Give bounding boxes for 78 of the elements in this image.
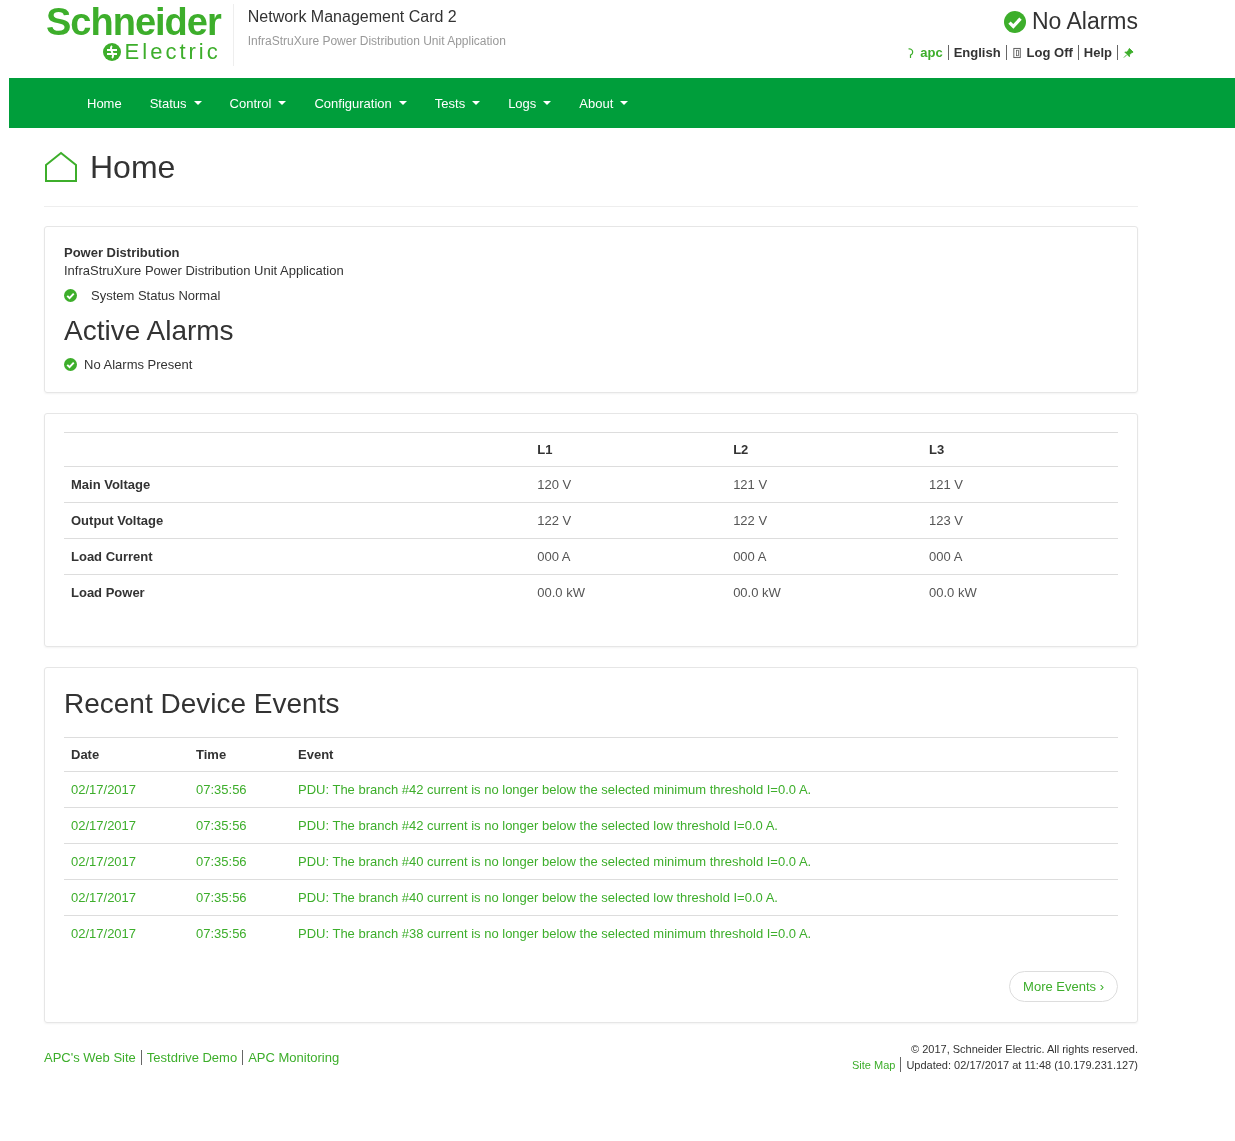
header-link[interactable]: Help <box>1083 45 1112 60</box>
table-cell: 000 A <box>537 549 571 564</box>
more-events-button[interactable]: More Events › <box>1009 971 1118 1002</box>
column-header: Date <box>71 747 100 762</box>
app-subtitle: InfraStruXure Power Distribution Unit Application <box>247 34 506 48</box>
table-cell: PDU: The branch #42 current is no longer below the selected low threshold I=0.0 A. <box>298 818 778 833</box>
nav-item[interactable]: Configuration <box>300 95 421 111</box>
table-cell: 07:35:56 <box>196 890 247 905</box>
alarm-status: No Alarms <box>1031 8 1138 35</box>
table-cell: PDU: The branch #42 current is no longer below the selected minimum threshold I=0.0 A. <box>298 782 812 797</box>
table-cell: 00.0 kW <box>929 585 977 600</box>
table-cell: 07:35:56 <box>196 926 247 941</box>
header-link[interactable]: English <box>953 45 1001 60</box>
page-title: Home <box>90 148 176 186</box>
nav-item[interactable]: About <box>565 95 643 111</box>
site-map-link[interactable]: Site Map <box>851 1058 896 1071</box>
nav-item[interactable]: Tests <box>420 95 495 111</box>
nav-item[interactable]: Status <box>135 95 216 111</box>
footer-link[interactable]: Testdrive Demo <box>146 1050 238 1065</box>
updated-text: Updated: 02/17/2017 at 11:48 (10.179.231.127) <box>906 1058 1138 1071</box>
table-cell: 121 V <box>733 477 768 492</box>
nav-item[interactable]: Logs <box>494 95 566 111</box>
caret-icon <box>472 101 481 105</box>
table-cell: 120 V <box>537 477 572 492</box>
column-header: Time <box>196 747 227 762</box>
table-cell: 02/17/2017 <box>71 782 137 797</box>
table-cell: 000 A <box>929 549 963 564</box>
nav-item[interactable]: Control <box>215 95 301 111</box>
nav-item[interactable]: Home <box>73 95 136 111</box>
table-cell: 122 V <box>733 513 768 528</box>
table-cell: PDU: The branch #40 current is no longer below the selected low threshold I=0.0 A. <box>298 890 778 905</box>
footer-link[interactable]: APC Monitoring <box>248 1050 340 1065</box>
home-icon <box>44 151 78 183</box>
company-logo: Schneider Electric <box>46 4 234 66</box>
row-label: Load Current <box>71 549 153 564</box>
description: InfraStruXure Power Distribution Unit Application <box>64 263 345 278</box>
table-cell: 02/17/2017 <box>71 926 137 941</box>
copyright-text: © 2017, Schneider Electric. All rights reserved. <box>910 1043 1138 1055</box>
column-header: L2 <box>733 442 749 457</box>
row-label: Load Power <box>71 585 145 600</box>
caret-icon <box>193 101 202 105</box>
table-cell: 122 V <box>537 513 572 528</box>
section-title: Recent Device Events <box>64 688 341 720</box>
caret-icon <box>543 101 552 105</box>
row-label: Main Voltage <box>71 477 151 492</box>
column-header: L3 <box>929 442 945 457</box>
section-heading: Power Distribution <box>64 245 181 260</box>
table-cell: 07:35:56 <box>196 782 247 797</box>
row-label: Output Voltage <box>71 513 164 528</box>
table-cell: 02/17/2017 <box>71 818 137 833</box>
table-cell: 000 A <box>733 549 767 564</box>
table-cell: 123 V <box>929 513 964 528</box>
footer-link[interactable]: APC's Web Site <box>44 1050 136 1065</box>
status-text: No Alarms Present <box>84 357 193 372</box>
table-cell: 121 V <box>929 477 964 492</box>
column-header: Event <box>298 747 334 762</box>
table-cell: 02/17/2017 <box>71 854 137 869</box>
door-icon <box>1011 46 1023 59</box>
table-cell: 00.0 kW <box>537 585 585 600</box>
caret-icon <box>278 101 287 105</box>
logoff-link[interactable]: Log Off <box>1026 45 1073 60</box>
table-cell: PDU: The branch #40 current is no longer below the selected minimum threshold I=0.0 A. <box>298 854 812 869</box>
table-cell: 07:35:56 <box>196 854 247 869</box>
pin-icon[interactable] <box>1123 46 1134 59</box>
table-cell: 02/17/2017 <box>71 890 137 905</box>
check-icon <box>64 358 77 371</box>
app-title: Network Management Card 2 <box>247 8 458 26</box>
section-title: Active Alarms <box>64 315 235 347</box>
check-icon <box>64 289 77 302</box>
status-text: System Status Normal <box>91 288 221 303</box>
table-cell: 07:35:56 <box>196 818 247 833</box>
table-cell: 00.0 kW <box>733 585 781 600</box>
user-link[interactable]: apc <box>920 45 943 60</box>
check-icon <box>1003 10 1026 33</box>
column-header: L1 <box>537 442 553 457</box>
caret-icon <box>620 101 629 105</box>
table-cell: PDU: The branch #38 current is no longer below the selected minimum threshold I=0.0 A. <box>298 926 812 941</box>
caret-icon <box>398 101 407 105</box>
